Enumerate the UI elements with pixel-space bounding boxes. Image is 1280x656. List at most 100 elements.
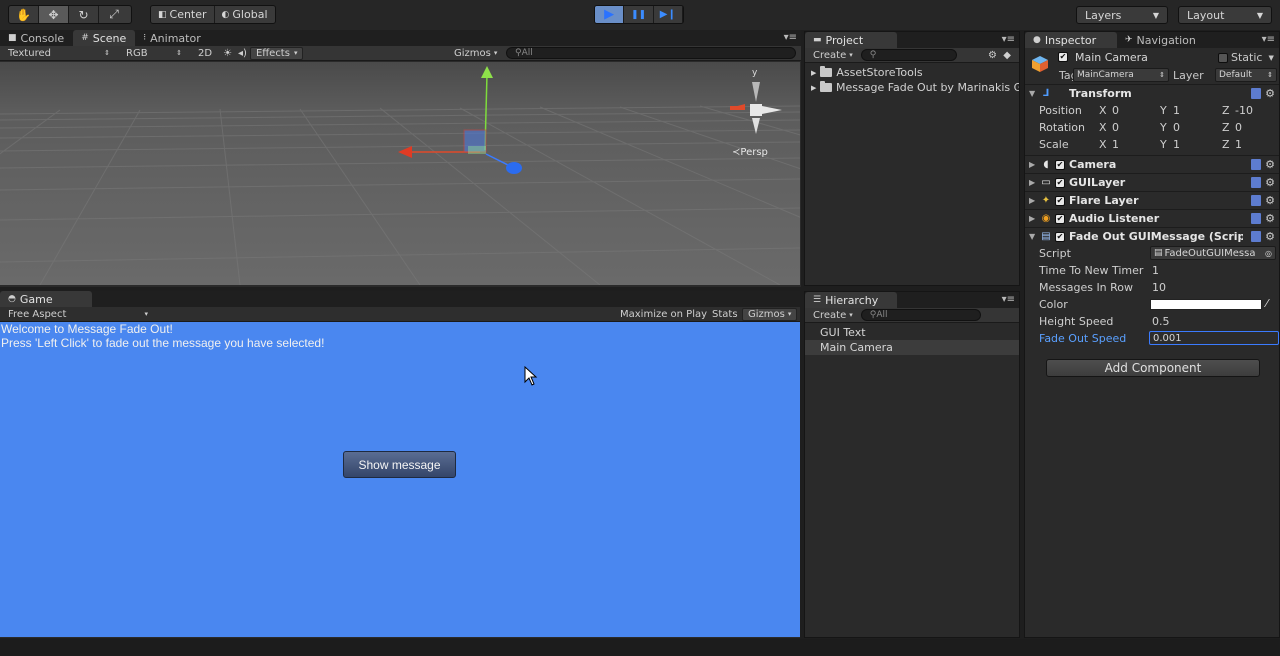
game-icon: ◓ — [8, 294, 16, 304]
tab-project[interactable]: ▬ Project — [805, 32, 897, 48]
rotation-z-field[interactable]: 0 — [1235, 121, 1242, 134]
gear-icon[interactable]: ⚙ — [1265, 88, 1275, 99]
render-mode-dropdown[interactable]: RGB ⇕ — [118, 46, 190, 61]
stats-toggle[interactable]: Stats — [704, 307, 746, 322]
scale-tool-button[interactable]: ⤢ — [99, 6, 129, 23]
script-object-field[interactable]: ▤ FadeOutGUIMessa ◎ — [1150, 246, 1276, 260]
position-z-field[interactable]: -10 — [1235, 104, 1253, 117]
fade-out-speed-field[interactable]: 0.001 — [1149, 331, 1279, 345]
play-button[interactable]: ▶ — [595, 6, 625, 23]
move-tool-button[interactable]: ✥ — [39, 6, 69, 23]
persp-label[interactable]: ≺Persp — [732, 147, 768, 158]
help-book-icon[interactable] — [1251, 177, 1262, 188]
gear-icon[interactable]: ⚙ — [1265, 231, 1275, 242]
guilayer-enabled-checkbox[interactable]: ✔ — [1055, 177, 1065, 188]
show-message-button[interactable]: Show message — [343, 451, 456, 478]
help-book-icon[interactable] — [1251, 231, 1262, 242]
flare-enabled-checkbox[interactable]: ✔ — [1055, 195, 1065, 206]
filter-label-icon[interactable]: ◆ — [1003, 50, 1011, 61]
lighting-toggle[interactable]: ☀ — [220, 46, 235, 61]
hierarchy-item[interactable]: Main Camera — [805, 340, 1019, 355]
script-component-header[interactable]: ▼ ▤ ✔ Fade Out GUIMessage (Script) ⚙ — [1025, 227, 1279, 245]
rotation-y-field[interactable]: 0 — [1173, 121, 1180, 134]
layer-value: Default — [1219, 70, 1252, 80]
filter-type-icon[interactable]: ⚙ — [988, 50, 997, 61]
gear-icon[interactable]: ⚙ — [1265, 195, 1275, 206]
tab-game[interactable]: ◓ Game — [0, 291, 92, 307]
script-enabled-checkbox[interactable]: ✔ — [1055, 231, 1065, 242]
step-button[interactable]: ▶❙ — [654, 6, 683, 23]
effects-dropdown[interactable]: Effects ▾ — [249, 46, 304, 60]
tab-console[interactable]: ■ Console — [0, 30, 73, 46]
project-search-input[interactable]: ⚲ — [860, 49, 957, 61]
flare-layer-component-header[interactable]: ▶ ✦ ✔ Flare Layer ⚙ — [1025, 191, 1279, 209]
hierarchy-create-dropdown[interactable]: Create ▾ — [805, 308, 861, 323]
toggle-2d-button[interactable]: 2D — [190, 46, 220, 61]
eyedropper-icon[interactable]: ⁄ — [1266, 297, 1268, 310]
time-to-new-timer-field[interactable]: 1 — [1152, 264, 1159, 277]
color-swatch[interactable] — [1150, 299, 1262, 310]
space-global-button[interactable]: ◐ Global — [215, 6, 275, 23]
gear-icon[interactable]: ⚙ — [1265, 213, 1275, 224]
rotate-tool-button[interactable]: ↻ — [69, 6, 99, 23]
panel-menu-icon[interactable]: ▾≡ — [1262, 34, 1275, 45]
hand-tool-button[interactable]: ✋ — [9, 6, 39, 23]
pivot-center-button[interactable]: ◧ Center — [151, 6, 215, 23]
static-checkbox[interactable] — [1218, 52, 1228, 63]
rotation-x-field[interactable]: 0 — [1112, 121, 1119, 134]
maximize-on-play-toggle[interactable]: Maximize on Play — [612, 307, 715, 322]
panel-menu-icon[interactable]: ▾≡ — [784, 32, 797, 43]
tab-hierarchy[interactable]: ☰ Hierarchy — [805, 292, 897, 308]
scale-y-field[interactable]: 1 — [1173, 138, 1180, 151]
add-component-button[interactable]: Add Component — [1046, 359, 1260, 377]
gear-icon[interactable]: ⚙ — [1265, 177, 1275, 188]
layout-dropdown[interactable]: Layout ▼ — [1178, 6, 1272, 24]
help-book-icon[interactable] — [1251, 213, 1262, 224]
camera-enabled-checkbox[interactable]: ✔ — [1055, 159, 1065, 170]
active-checkbox[interactable]: ✔ — [1058, 52, 1068, 62]
guilayer-component-header[interactable]: ▶ ▭ ✔ GUILayer ⚙ — [1025, 173, 1279, 191]
help-book-icon[interactable] — [1251, 195, 1262, 206]
scene-search-input[interactable]: ⚲ All — [506, 47, 796, 59]
shading-mode-dropdown[interactable]: Textured ⇕ — [0, 46, 118, 61]
panel-menu-icon[interactable]: ▾≡ — [1002, 34, 1015, 45]
height-speed-field[interactable]: 0.5 — [1152, 315, 1170, 328]
audio-listener-component-header[interactable]: ▶ ◉ ✔ Audio Listener ⚙ — [1025, 209, 1279, 227]
scale-x-field[interactable]: 1 — [1112, 138, 1119, 151]
transform-component-header[interactable]: ▼ ⅃ Transform ⚙ — [1025, 84, 1279, 102]
scene-viewport[interactable]: y ≺Persp — [0, 62, 800, 285]
hierarchy-item[interactable]: GUI Text — [805, 325, 1019, 340]
static-toggle[interactable]: Static ▼ — [1218, 51, 1274, 64]
tab-navigation[interactable]: ✈ Navigation — [1117, 32, 1205, 48]
game-viewport[interactable]: Welcome to Message Fade Out! Press 'Left… — [0, 322, 800, 637]
help-book-icon[interactable] — [1251, 159, 1262, 170]
position-x-field[interactable]: 0 — [1112, 104, 1119, 117]
hierarchy-search-input[interactable]: ⚲ All — [860, 309, 981, 321]
tag-dropdown[interactable]: MainCamera ⇕ — [1073, 68, 1169, 82]
audio-toggle[interactable]: ◂) — [235, 46, 250, 61]
tab-inspector[interactable]: ● Inspector — [1025, 32, 1117, 48]
tab-animator[interactable]: ⁝ Animator — [135, 30, 209, 46]
scale-z-field[interactable]: 1 — [1235, 138, 1242, 151]
gear-icon[interactable]: ⚙ — [1265, 159, 1275, 170]
position-y-field[interactable]: 1 — [1173, 104, 1180, 117]
project-folder-item[interactable]: ▶ AssetStoreTools — [805, 65, 1019, 80]
object-picker-icon[interactable]: ◎ — [1265, 249, 1272, 258]
camera-component-header[interactable]: ▶ ◖ ✔ Camera ⚙ — [1025, 155, 1279, 173]
tab-scene[interactable]: # Scene — [73, 30, 136, 46]
messages-in-row-field[interactable]: 10 — [1152, 281, 1166, 294]
layers-dropdown[interactable]: Layers ▼ — [1076, 6, 1168, 24]
project-create-dropdown[interactable]: Create ▾ — [805, 48, 861, 63]
help-book-icon[interactable] — [1251, 88, 1262, 99]
layer-dropdown[interactable]: Default ⇕ — [1215, 68, 1277, 82]
audio-listener-enabled-checkbox[interactable]: ✔ — [1055, 213, 1065, 224]
aspect-dropdown[interactable]: Free Aspect ▾ — [0, 307, 156, 322]
gizmos-dropdown[interactable]: Gizmos ▾ — [446, 46, 505, 61]
hierarchy-item-label: GUI Text — [820, 326, 866, 339]
object-name-field[interactable]: Main Camera — [1072, 50, 1214, 64]
project-folder-item[interactable]: ▶ Message Fade Out by Marinakis Gi — [805, 80, 1019, 95]
pause-button[interactable]: ❚❚ — [624, 6, 654, 23]
search-icon: ⚲ — [869, 310, 877, 320]
game-gizmos-dropdown[interactable]: Gizmos ▾ — [742, 307, 798, 321]
panel-menu-icon[interactable]: ▾≡ — [1002, 294, 1015, 305]
